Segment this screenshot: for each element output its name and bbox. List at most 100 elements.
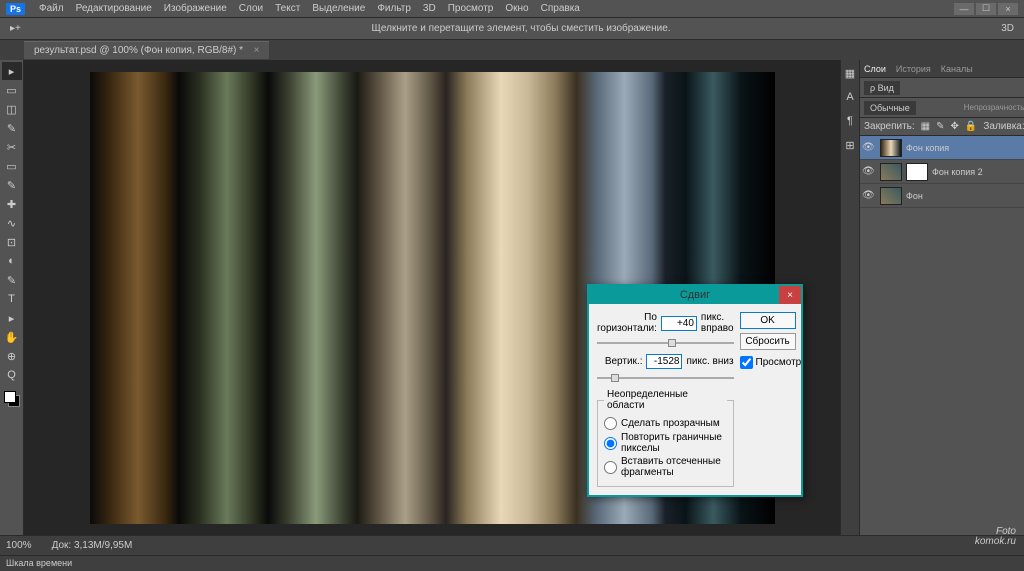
- preview-checkbox[interactable]: Просмотр: [740, 356, 796, 369]
- stamp-tool[interactable]: ∿: [2, 214, 22, 232]
- layer-mask-thumbnail[interactable]: [906, 163, 928, 181]
- lasso-tool[interactable]: ◫: [2, 100, 22, 118]
- tab-layers[interactable]: Слои: [864, 64, 886, 74]
- lock-row: Закрепить: ▦ ✎ ✥ 🔒 Заливка: 100%: [860, 118, 1024, 136]
- pen-tool[interactable]: ▸: [2, 309, 22, 327]
- history-brush-tool[interactable]: ⊡: [2, 233, 22, 251]
- tab-channels[interactable]: Каналы: [941, 64, 973, 74]
- menu-view[interactable]: Просмотр: [442, 3, 500, 14]
- menu-text[interactable]: Текст: [269, 3, 306, 14]
- menu-edit[interactable]: Редактирование: [70, 3, 158, 14]
- layer-thumbnail[interactable]: [880, 139, 902, 157]
- lock-position-icon[interactable]: ✥: [951, 121, 959, 132]
- vertical-unit: пикс. вниз: [686, 356, 733, 367]
- layer-row[interactable]: 👁 Фон 🔒: [860, 184, 1024, 208]
- lock-label: Закрепить:: [864, 121, 915, 132]
- radio-wrap[interactable]: Вставить отсеченные фрагменты: [604, 456, 727, 478]
- menu-filter[interactable]: Фильтр: [371, 3, 417, 14]
- move-tool[interactable]: ▸: [2, 62, 22, 80]
- current-tool-icon: ▸+: [10, 23, 21, 34]
- document-tab-label: результат.psd @ 100% (Фон копия, RGB/8#)…: [34, 45, 243, 56]
- undefined-areas-legend: Неопределенные области: [604, 389, 727, 411]
- character-icon[interactable]: A: [841, 88, 859, 106]
- layer-thumbnail[interactable]: [880, 163, 902, 181]
- reset-button[interactable]: Сбросить: [740, 333, 796, 350]
- styles-icon[interactable]: ⊞: [841, 136, 859, 154]
- marquee-tool[interactable]: ▭: [2, 81, 22, 99]
- menu-select[interactable]: Выделение: [306, 3, 371, 14]
- window-maximize-button[interactable]: ☐: [976, 3, 996, 15]
- heal-tool[interactable]: ✎: [2, 176, 22, 194]
- options-bar: ▸+ Щелкните и перетащите элемент, чтобы …: [0, 18, 1024, 40]
- lock-transparent-icon[interactable]: ▦: [921, 121, 930, 132]
- tools-panel: ▸ ▭ ◫ ✎ ✂ ▭ ✎ ✚ ∿ ⊡ ◐ ✎ T ▸ ✋ ⊕ Q: [0, 60, 24, 535]
- paragraph-icon[interactable]: ¶: [841, 112, 859, 130]
- brush-tool[interactable]: ✚: [2, 195, 22, 213]
- window-close-button[interactable]: ×: [998, 3, 1018, 15]
- visibility-icon[interactable]: 👁: [862, 190, 876, 201]
- horizontal-input[interactable]: [661, 316, 697, 331]
- panel-strip: ▦ A ¶ ⊞: [841, 60, 860, 535]
- menu-3d[interactable]: 3D: [417, 3, 442, 14]
- hand-tool[interactable]: ✋: [2, 328, 22, 346]
- blend-mode-select[interactable]: Обычные: [864, 101, 916, 115]
- menu-help[interactable]: Справка: [535, 3, 586, 14]
- visibility-icon[interactable]: 👁: [862, 142, 876, 153]
- app-logo: Ps: [6, 3, 25, 15]
- crop-tool[interactable]: ✂: [2, 138, 22, 156]
- menu-file[interactable]: Файл: [33, 3, 70, 14]
- options-hint: Щелкните и перетащите элемент, чтобы сме…: [372, 23, 671, 34]
- layer-row[interactable]: 👁 Фон копия: [860, 136, 1024, 160]
- tab-history[interactable]: История: [896, 64, 931, 74]
- lock-all-icon[interactable]: 🔒: [965, 121, 977, 132]
- foreground-color-swatch[interactable]: [4, 391, 16, 403]
- horizontal-slider[interactable]: [597, 338, 734, 348]
- panel-tabs: Слои История Каналы: [860, 60, 1024, 78]
- swatches-icon[interactable]: ▦: [841, 64, 859, 82]
- menu-window[interactable]: Окно: [499, 3, 534, 14]
- vertical-label: Вертик.:: [597, 356, 642, 367]
- layer-filter-kind[interactable]: ρ Вид: [864, 81, 900, 95]
- horizontal-unit: пикс. вправо: [701, 312, 734, 334]
- window-minimize-button[interactable]: —: [954, 3, 974, 15]
- fill-label: Заливка:: [983, 121, 1024, 132]
- doc-size[interactable]: Док: 3,13M/9,95M: [52, 540, 133, 551]
- layer-name[interactable]: Фон: [906, 191, 923, 201]
- layer-filter-row: ρ Вид: [860, 78, 1024, 98]
- document-tab-close-icon[interactable]: ×: [254, 45, 260, 56]
- vertical-slider[interactable]: [597, 373, 734, 383]
- dialog-title: Сдвиг: [680, 289, 710, 301]
- timeline-panel[interactable]: Шкала времени: [0, 555, 1024, 571]
- type-tool[interactable]: T: [2, 290, 22, 308]
- vertical-input[interactable]: [646, 354, 682, 369]
- radio-transparent[interactable]: Сделать прозрачным: [604, 417, 727, 430]
- menubar: Ps Файл Редактирование Изображение Слои …: [0, 0, 1024, 18]
- zoom-tool[interactable]: ⊕: [2, 347, 22, 365]
- menu-image[interactable]: Изображение: [158, 3, 233, 14]
- document-tab[interactable]: результат.psd @ 100% (Фон копия, RGB/8#)…: [24, 41, 269, 59]
- layer-row[interactable]: 👁 Фон копия 2: [860, 160, 1024, 184]
- menu-layers[interactable]: Слои: [233, 3, 269, 14]
- layer-name[interactable]: Фон копия 2: [932, 167, 983, 177]
- quickmask-tool[interactable]: Q: [2, 366, 22, 384]
- dialog-titlebar[interactable]: Сдвиг ×: [589, 286, 801, 304]
- lock-pixels-icon[interactable]: ✎: [936, 121, 944, 132]
- wand-tool[interactable]: ✎: [2, 119, 22, 137]
- layer-thumbnail[interactable]: [880, 187, 902, 205]
- document-tabs: результат.psd @ 100% (Фон копия, RGB/8#)…: [0, 40, 1024, 60]
- layer-name[interactable]: Фон копия: [906, 143, 949, 153]
- eyedropper-tool[interactable]: ▭: [2, 157, 22, 175]
- zoom-level[interactable]: 100%: [6, 540, 32, 551]
- status-bar: 100% Док: 3,13M/9,95M: [0, 535, 1024, 555]
- radio-repeat-edge[interactable]: Повторить граничные пикселы: [604, 432, 727, 454]
- dialog-close-button[interactable]: ×: [779, 286, 801, 304]
- gradient-tool[interactable]: ✎: [2, 271, 22, 289]
- layers-list: 👁 Фон копия 👁 Фон копия 2 👁 Фон 🔒: [860, 136, 1024, 535]
- eraser-tool[interactable]: ◐: [2, 252, 22, 270]
- layers-panel: Слои История Каналы ρ Вид Обычные Непроз…: [860, 60, 1024, 535]
- visibility-icon[interactable]: 👁: [862, 166, 876, 177]
- color-swatches[interactable]: [4, 391, 20, 407]
- options-3d[interactable]: 3D: [1001, 23, 1014, 34]
- offset-dialog: Сдвиг × По горизонтали: пикс. вправо Вер…: [587, 284, 803, 497]
- ok-button[interactable]: OK: [740, 312, 796, 329]
